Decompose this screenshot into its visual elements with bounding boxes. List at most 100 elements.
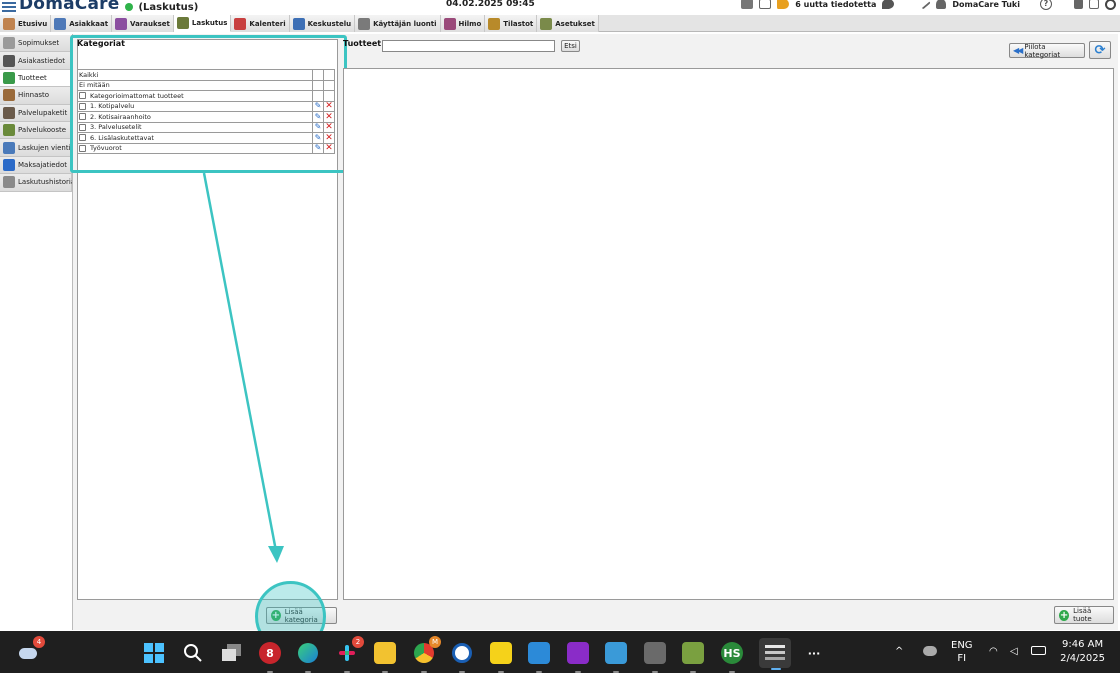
sidebar-icon — [3, 124, 15, 137]
nav-item-8[interactable]: Tilastot — [485, 15, 538, 32]
nav-icon — [488, 17, 501, 30]
hs-icon[interactable]: HS — [721, 642, 743, 673]
onedrive-icon[interactable] — [923, 646, 937, 656]
weather-icon[interactable]: 4 — [17, 636, 45, 664]
nav-item-5[interactable]: Keskustelu — [289, 15, 356, 32]
add-product-button[interactable]: + Lisää tuote — [1054, 606, 1114, 624]
intellij-icon[interactable] — [567, 642, 589, 673]
nav-item-2[interactable]: Varaukset — [112, 15, 174, 32]
sidebar-item-7[interactable]: Maksajatiedot — [0, 156, 72, 175]
weather-badge: 4 — [33, 636, 45, 648]
product-search-input[interactable] — [382, 40, 555, 52]
search-icon[interactable] — [182, 642, 204, 664]
sticky-notes-icon[interactable] — [490, 642, 512, 673]
clock[interactable]: 9:46 AM 2/4/2025 — [1060, 638, 1105, 666]
notepad-icon[interactable] — [605, 642, 627, 673]
edge-icon[interactable] — [297, 642, 319, 673]
slack-icon[interactable]: 2 — [336, 636, 364, 673]
power-icon[interactable] — [1105, 0, 1116, 10]
main-nav: Etusivu Asiakkaat Varaukset Laskutus Kalente… — [0, 15, 1120, 32]
sidebar-item-5[interactable]: Palvelukooste — [0, 121, 72, 140]
nav-icon — [540, 17, 553, 30]
refresh-button[interactable]: ⟳ — [1089, 41, 1111, 59]
volume-icon[interactable]: ◁ — [1010, 645, 1018, 658]
nav-label: Keskustelu — [307, 19, 352, 28]
mail-icon[interactable] — [759, 0, 772, 9]
onepassword-icon[interactable] — [451, 642, 473, 673]
nav-item-7[interactable]: Hilmo — [440, 15, 486, 32]
logo-icon — [2, 2, 16, 12]
app-logo: DomaCare (Laskutus) — [2, 0, 198, 14]
nav-label: Asetukset — [555, 19, 595, 28]
sidebar-icon — [3, 158, 15, 171]
battery-icon[interactable] — [1031, 646, 1046, 655]
hide-categories-button[interactable]: ◀◀ Piilota kategoriat — [1009, 42, 1085, 59]
sidebar-item-6[interactable]: Laskujen vienti — [0, 139, 72, 157]
nav-label: Asiakkaat — [69, 19, 109, 28]
sidebar-label: Sopimukset — [18, 39, 60, 48]
sidebar-icon — [3, 89, 15, 102]
nav-item-1[interactable]: Asiakkaat — [51, 15, 113, 32]
notifications-link[interactable]: 6 uutta tiedotetta — [795, 0, 876, 9]
sidebar-item-8[interactable]: Laskutushistoria — [0, 174, 76, 192]
nav-item-9[interactable]: Asetukset — [537, 15, 599, 32]
nav-label: Laskutus — [191, 19, 228, 27]
nav-icon — [176, 17, 189, 29]
sidebar: Sopimukset Asiakastiedot Tuotteet Hinnasto P… — [0, 35, 76, 192]
nav-icon — [358, 17, 371, 30]
logo-text: DomaCare — [19, 0, 120, 14]
nav-label: Käyttäjän luonti — [373, 19, 437, 28]
print-icon[interactable] — [741, 0, 754, 9]
file-explorer-icon[interactable] — [374, 642, 396, 673]
sidebar-icon — [3, 141, 15, 154]
nav-label: Kalenteri — [249, 19, 286, 28]
status-dot — [125, 3, 134, 11]
sidebar-item-4[interactable]: Palvelupaketit — [0, 104, 72, 122]
nav-item-6[interactable]: Käyttäjän luonti — [355, 15, 441, 32]
logout-icon[interactable] — [1089, 0, 1099, 9]
header-tools: 6 uutta tiedotetta DomaCare Tuki ? — [741, 0, 1116, 10]
chat-icon[interactable] — [882, 0, 895, 9]
products-title: Tuotteet — [343, 39, 382, 48]
language-indicator[interactable]: ENG FI — [951, 639, 973, 665]
plus-icon: + — [1059, 609, 1070, 621]
sidebar-icon — [3, 71, 15, 84]
app-8-icon[interactable]: 8 — [259, 642, 281, 673]
task-view-icon[interactable] — [221, 642, 243, 664]
sidebar-label: Laskujen vienti — [18, 143, 71, 152]
help-icon[interactable]: ? — [1040, 0, 1052, 10]
sidebar-item-1[interactable]: Asiakastiedot — [0, 52, 72, 70]
domacare-icon[interactable] — [759, 638, 791, 670]
search-button[interactable]: Etsi — [561, 40, 580, 52]
nav-label: Varaukset — [130, 19, 170, 28]
pencil-icon[interactable] — [919, 0, 932, 10]
sidebar-item-0[interactable]: Sopimukset — [0, 35, 72, 53]
nav-icon — [3, 17, 15, 30]
nav-item-3[interactable]: Laskutus — [173, 15, 232, 32]
sidebar-label: Palvelukooste — [18, 126, 67, 135]
nav-item-0[interactable]: Etusivu — [0, 15, 52, 32]
lock-icon[interactable] — [1074, 0, 1083, 9]
user-name[interactable]: DomaCare Tuki — [952, 0, 1020, 9]
products-panel — [343, 68, 1114, 600]
paint-icon[interactable] — [682, 642, 704, 673]
nav-icon — [115, 17, 128, 30]
start-icon[interactable] — [143, 642, 165, 664]
sidebar-item-2[interactable]: Tuotteet — [0, 69, 72, 88]
sidebar-label: Maksajatiedot — [18, 160, 68, 169]
context-label: (Laskutus) — [138, 1, 199, 13]
sidebar-item-3[interactable]: Hinnasto — [0, 87, 72, 105]
chevron-up-icon[interactable]: ^ — [895, 645, 903, 658]
sidebar-label: Laskutushistoria — [18, 178, 76, 187]
more-icon[interactable]: ··· — [803, 642, 825, 664]
wifi-icon[interactable]: ◠ — [989, 645, 998, 658]
megaphone-icon[interactable] — [777, 0, 790, 9]
nav-item-4[interactable]: Kalenteri — [231, 15, 290, 32]
photos-icon[interactable] — [528, 642, 550, 673]
lang-bottom: FI — [957, 653, 967, 664]
calculator-icon[interactable] — [644, 642, 666, 673]
sidebar-icon — [3, 106, 15, 119]
chrome-icon[interactable]: M — [413, 636, 441, 673]
lang-top: ENG — [951, 640, 973, 651]
hide-categories-label: Piilota kategoriat — [1024, 42, 1061, 59]
